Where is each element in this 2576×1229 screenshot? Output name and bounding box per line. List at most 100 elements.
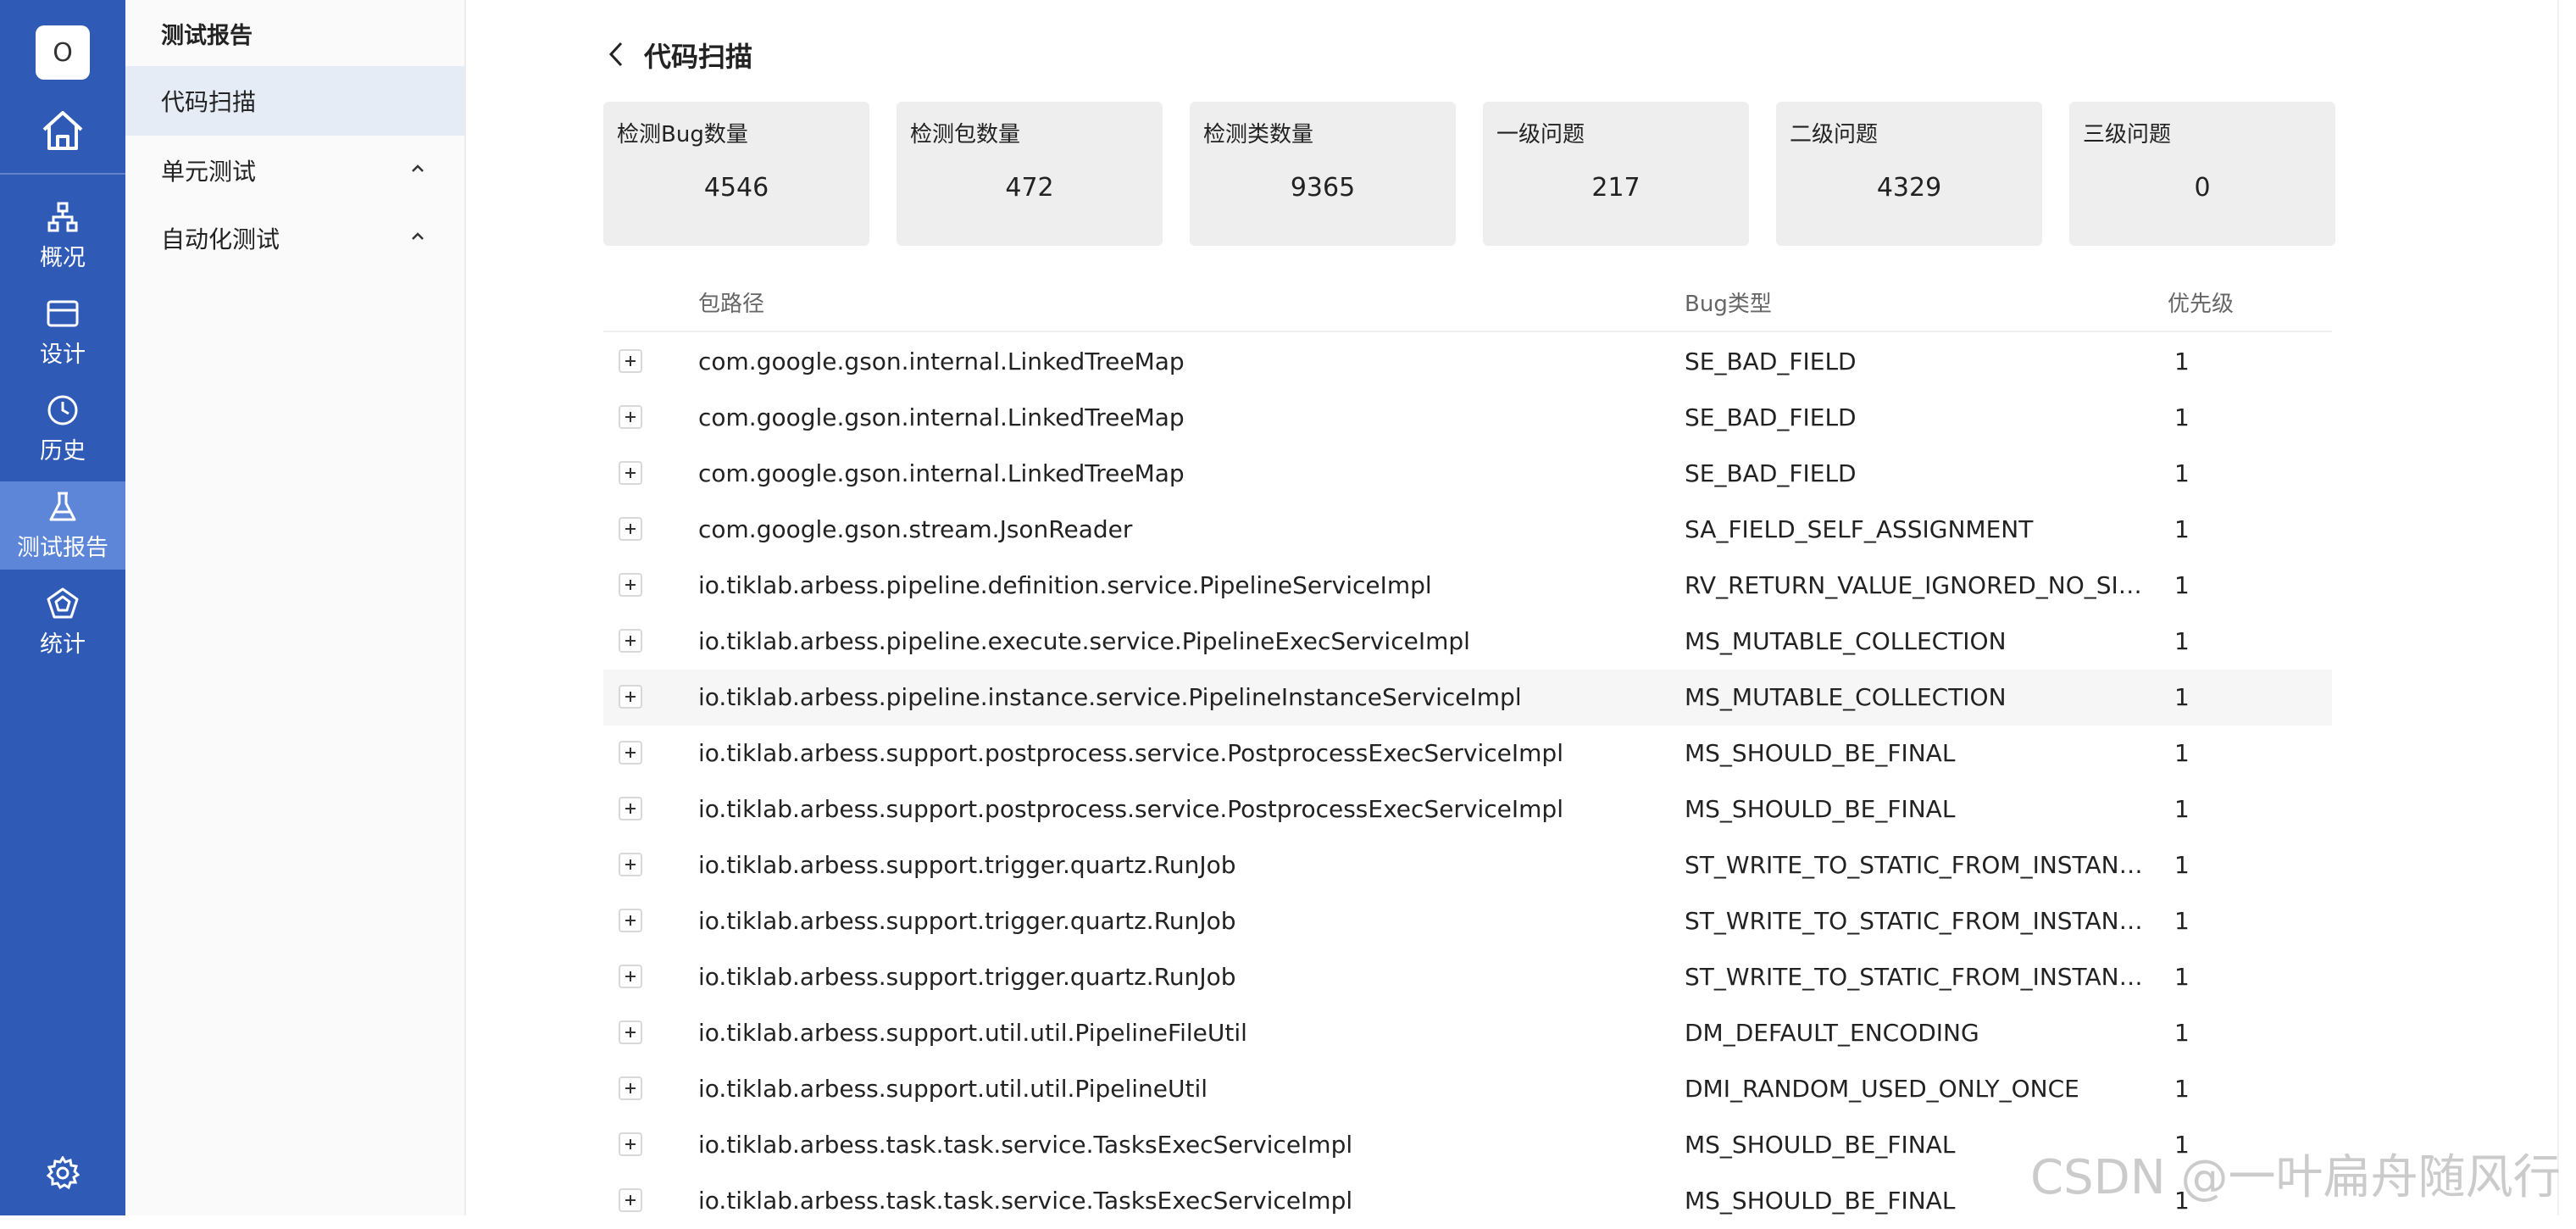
scrollbar[interactable] [2557, 0, 2576, 1215]
stat-label: 一级问题 [1496, 122, 1585, 147]
column-header-path[interactable]: 包路径 [698, 286, 764, 318]
expand-row-icon[interactable] [619, 1020, 642, 1044]
table-row[interactable]: com.google.gson.internal.LinkedTreeMap SE… [603, 446, 2332, 502]
cell-package-path: io.tiklab.arbess.pipeline.definition.ser… [698, 571, 1432, 599]
table-row[interactable]: io.tiklab.arbess.support.util.util.Pipel… [603, 1061, 2332, 1117]
expand-row-icon[interactable] [619, 741, 642, 765]
cell-package-path: com.google.gson.internal.LinkedTreeMap [698, 459, 1185, 487]
stat-card-package-count: 检测包数量 472 [897, 102, 1163, 246]
cell-bug-type: DMI_RANDOM_USED_ONLY_ONCE [1685, 1075, 2079, 1103]
stat-label: 三级问题 [2083, 122, 2172, 147]
cell-package-path: io.tiklab.arbess.task.task.service.Tasks… [698, 1131, 1353, 1159]
expand-row-icon[interactable] [619, 909, 642, 932]
cell-package-path: com.google.gson.internal.LinkedTreeMap [698, 348, 1185, 375]
table-row[interactable]: com.google.gson.internal.LinkedTreeMap SE… [603, 390, 2332, 446]
table-row[interactable]: com.google.gson.internal.LinkedTreeMap SE… [603, 334, 2332, 390]
cell-package-path: io.tiklab.arbess.support.postprocess.ser… [698, 795, 1563, 823]
cell-package-path: io.tiklab.arbess.support.postprocess.ser… [698, 739, 1563, 767]
cell-package-path: io.tiklab.arbess.support.util.util.Pipel… [698, 1019, 1247, 1047]
stat-label: 二级问题 [1790, 122, 1879, 147]
column-header-priority[interactable]: 优先级 [2168, 286, 2234, 318]
sidebar-item-unit-test[interactable]: 单元测试 [125, 136, 464, 205]
table-row[interactable]: io.tiklab.arbess.support.trigger.quartz.… [603, 949, 2332, 1005]
cell-bug-type: SA_FIELD_SELF_ASSIGNMENT [1685, 515, 2034, 543]
chevron-left-icon[interactable] [603, 37, 629, 71]
stat-value: 4546 [703, 173, 769, 203]
rail-item-label: 测试报告 [17, 534, 108, 561]
cell-priority: 1 [2174, 851, 2190, 879]
chevron-up-icon[interactable] [405, 224, 430, 249]
cell-bug-type: SE_BAD_FIELD [1685, 459, 1857, 487]
cell-priority: 1 [2174, 963, 2190, 991]
expand-row-icon[interactable] [619, 405, 642, 429]
rail-item-statistics[interactable]: 统计 [0, 578, 125, 666]
expand-row-icon[interactable] [619, 1076, 642, 1100]
rail-item-label: 概况 [40, 244, 86, 271]
cell-bug-type: MS_MUTABLE_COLLECTION [1685, 683, 2007, 711]
cell-bug-type: MS_SHOULD_BE_FINAL [1685, 739, 1956, 767]
expand-row-icon[interactable] [619, 461, 642, 485]
stat-card-bug-count: 检测Bug数量 4546 [603, 102, 869, 246]
sidebar-title: 测试报告 [161, 23, 253, 49]
sitemap-icon [46, 200, 80, 234]
rail-item-label: 历史 [40, 437, 86, 464]
stat-label: 检测类数量 [1203, 122, 1314, 147]
table-row[interactable]: io.tiklab.arbess.support.trigger.quartz.… [603, 837, 2332, 893]
cell-package-path: io.tiklab.arbess.support.trigger.quartz.… [698, 851, 1236, 879]
gear-icon[interactable] [44, 1154, 81, 1192]
stat-value: 472 [1005, 173, 1054, 203]
table-row[interactable]: io.tiklab.arbess.support.postprocess.ser… [603, 726, 2332, 781]
rail-item-design[interactable]: 设计 [0, 288, 125, 376]
main-content: 代码扫描 检测Bug数量 4546 检测包数量 472 检测类数量 9365 一… [466, 0, 2576, 1215]
rail-item-label: 设计 [40, 341, 86, 368]
expand-row-icon[interactable] [619, 629, 642, 653]
expand-row-icon[interactable] [619, 797, 642, 820]
expand-row-icon[interactable] [619, 1188, 642, 1212]
cell-priority: 1 [2174, 795, 2190, 823]
home-icon[interactable] [37, 105, 88, 156]
cell-bug-type: ST_WRITE_TO_STATIC_FROM_INSTANC... [1685, 907, 2151, 935]
table-row[interactable]: io.tiklab.arbess.pipeline.execute.servic… [603, 614, 2332, 670]
app-rail: O 概况 设计 历史 测试报告 统计 [0, 0, 125, 1215]
cell-priority: 1 [2174, 1019, 2190, 1047]
pentagon-icon [46, 587, 80, 620]
cell-package-path: io.tiklab.arbess.task.task.service.Tasks… [698, 1187, 1353, 1215]
cell-priority: 1 [2174, 348, 2190, 375]
stat-card-level-2: 二级问题 4329 [1776, 102, 2042, 246]
expand-row-icon[interactable] [619, 349, 642, 373]
table-row[interactable]: io.tiklab.arbess.support.postprocess.ser… [603, 781, 2332, 837]
cell-bug-type: RV_RETURN_VALUE_IGNORED_NO_SID... [1685, 571, 2151, 599]
stat-label: 检测Bug数量 [617, 122, 748, 147]
table-row[interactable]: com.google.gson.stream.JsonReader SA_FIEL… [603, 502, 2332, 558]
expand-row-icon[interactable] [619, 853, 642, 876]
column-header-bug-type[interactable]: Bug类型 [1685, 286, 1772, 318]
sidebar-item-label: 自动化测试 [161, 225, 280, 253]
clock-icon [46, 393, 80, 427]
table-header: 包路径 Bug类型 优先级 [603, 273, 2332, 332]
table-row[interactable]: io.tiklab.arbess.pipeline.instance.servi… [603, 670, 2332, 726]
sidebar-item-automation-test[interactable]: 自动化测试 [125, 203, 464, 273]
table-row[interactable]: io.tiklab.arbess.support.util.util.Pipel… [603, 1005, 2332, 1061]
expand-row-icon[interactable] [619, 685, 642, 709]
cell-package-path: io.tiklab.arbess.support.trigger.quartz.… [698, 907, 1236, 935]
expand-row-icon[interactable] [619, 573, 642, 597]
cell-package-path: com.google.gson.internal.LinkedTreeMap [698, 403, 1185, 431]
chevron-up-icon[interactable] [405, 156, 430, 181]
cell-package-path: io.tiklab.arbess.support.trigger.quartz.… [698, 963, 1236, 991]
rail-item-label: 统计 [40, 631, 86, 658]
expand-row-icon[interactable] [619, 517, 642, 541]
cell-bug-type: SE_BAD_FIELD [1685, 348, 1857, 375]
expand-row-icon[interactable] [619, 1132, 642, 1156]
sidebar-item-code-scan[interactable]: 代码扫描 [125, 66, 464, 136]
app-logo[interactable]: O [36, 25, 90, 80]
table-row[interactable]: io.tiklab.arbess.pipeline.definition.ser… [603, 558, 2332, 614]
cell-bug-type: ST_WRITE_TO_STATIC_FROM_INSTANC... [1685, 963, 2151, 991]
rail-item-overview[interactable]: 概况 [0, 192, 125, 280]
expand-row-icon[interactable] [619, 965, 642, 988]
table-row[interactable]: io.tiklab.arbess.support.trigger.quartz.… [603, 893, 2332, 949]
cell-bug-type: DM_DEFAULT_ENCODING [1685, 1019, 1979, 1047]
rail-item-test-report[interactable]: 测试报告 [0, 481, 125, 570]
rail-divider [0, 173, 125, 175]
cell-package-path: com.google.gson.stream.JsonReader [698, 515, 1133, 543]
rail-item-history[interactable]: 历史 [0, 385, 125, 473]
